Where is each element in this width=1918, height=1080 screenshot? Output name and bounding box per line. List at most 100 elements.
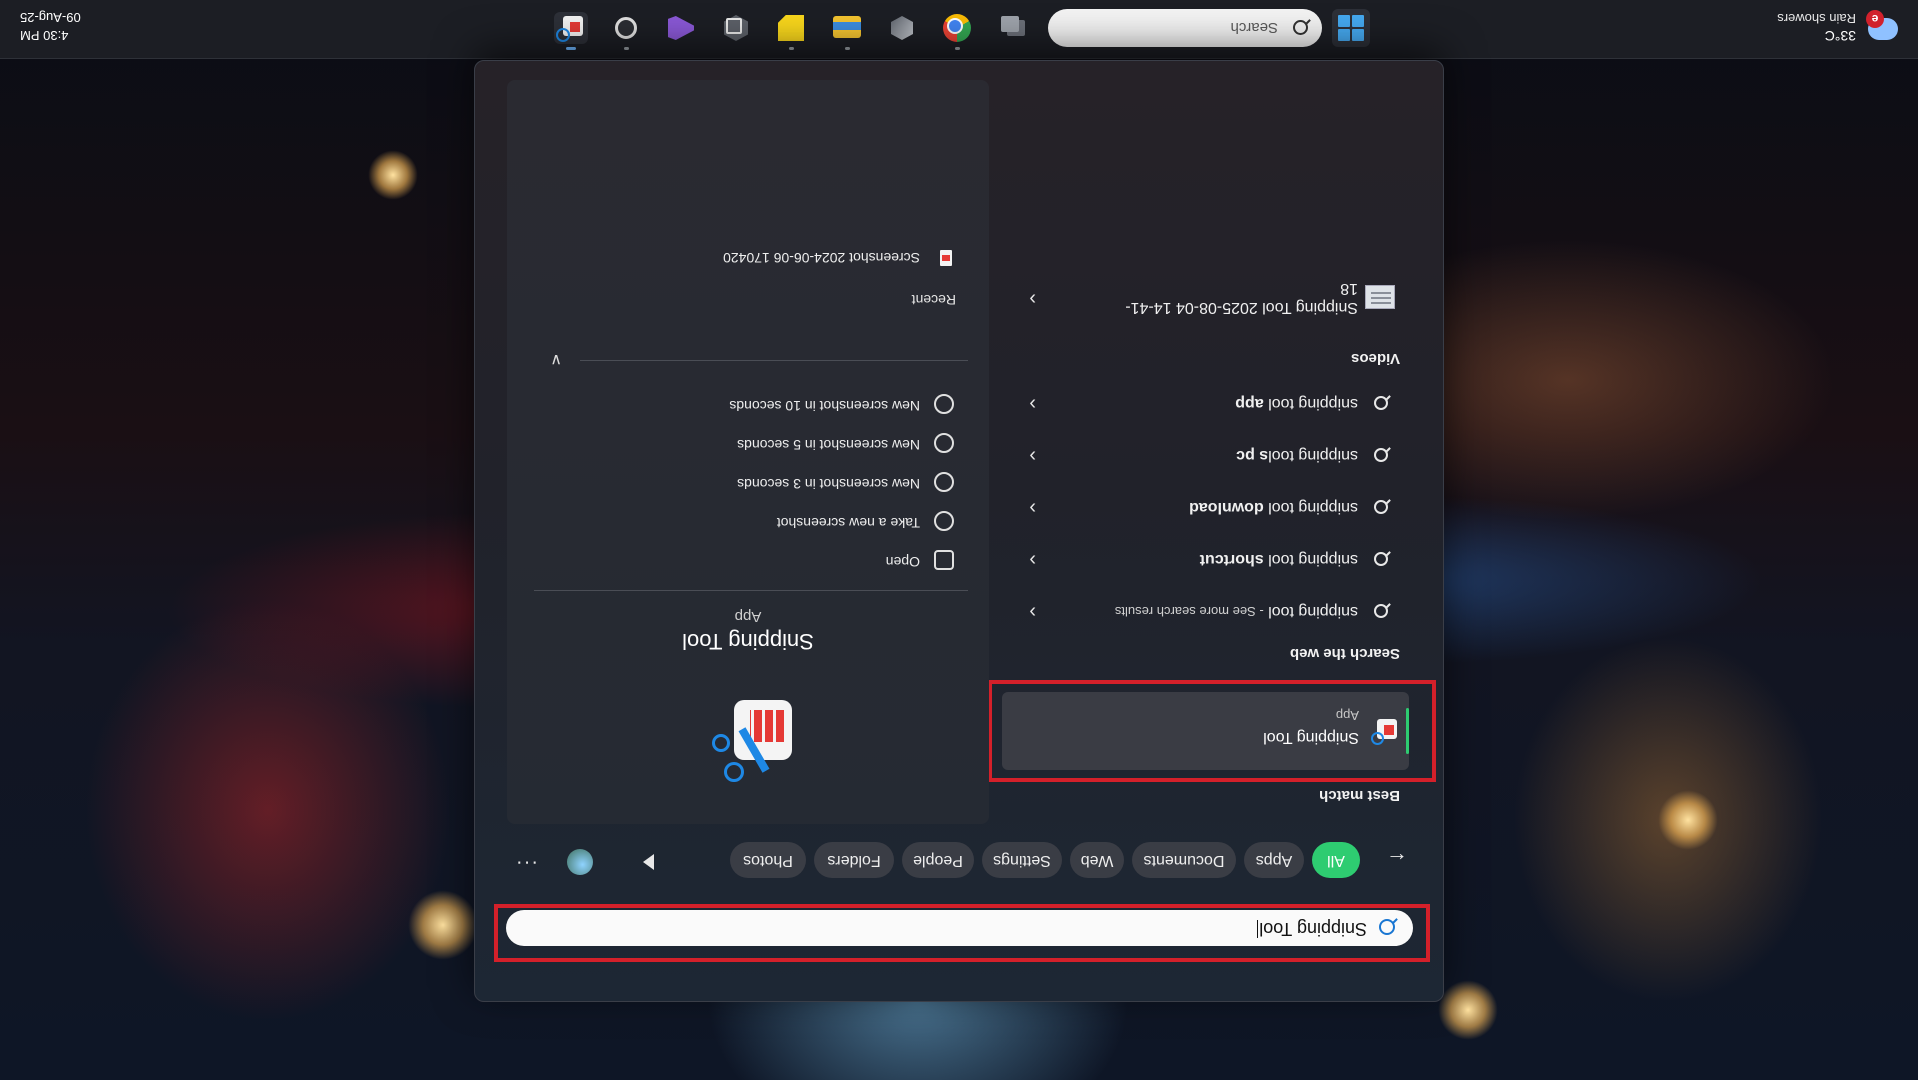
clock-time: 4:30 PM [20,28,69,43]
suggestion-suffix: download [1189,499,1264,516]
recent-file[interactable]: Screenshot 2024-06-06 170420 [556,240,956,270]
video-title-line2: 18 [1340,280,1358,297]
taskbar-search-placeholder: Search [1230,19,1278,36]
suggestion-text: snipping tool [1263,499,1358,516]
chevron-right-icon: › [1029,445,1036,467]
suggestion-text: snipping tool [1268,447,1358,464]
web-suggestion[interactable]: snipping tool shortcut › [1020,541,1400,577]
action-screenshot-5s[interactable]: New screenshot in 5 seconds [576,427,956,461]
filter-folders[interactable]: Folders [814,842,894,878]
image-file-icon [940,250,952,266]
suggestion-suffix: - See more search results [1114,604,1264,619]
best-match-type: App [1335,708,1359,723]
search-icon [1374,552,1388,566]
wallpaper-lamp [368,150,418,200]
action-label: New screenshot in 5 seconds [737,437,920,453]
clock-date: 09-Aug-25 [20,10,81,25]
cube-app-icon[interactable] [885,12,919,44]
chevron-right-icon: › [1029,288,1036,310]
search-icon [1374,500,1388,514]
task-view-icon[interactable] [996,12,1030,44]
filter-web[interactable]: Web [1070,842,1124,878]
video-title-line1: Snipping Tool 2025-08-04 14-41- [1125,299,1358,316]
videos-heading: Videos [1351,350,1400,367]
search-icon [1293,20,1308,35]
chevron-right-icon: › [1029,601,1036,623]
detail-app-name: Snipping Tool [682,629,814,654]
back-arrow-icon[interactable]: ← [1386,847,1408,873]
best-match-result[interactable]: Snipping Tool App [1002,692,1409,770]
search-query-text: Snipping Tool [1259,919,1367,939]
chrome-icon[interactable] [940,12,974,50]
web-suggestion[interactable]: snipping tools pc › [1020,437,1400,473]
filter-photos[interactable]: Photos [730,842,806,878]
visual-studio-icon[interactable] [664,12,698,44]
timer-icon [934,433,954,453]
search-icon [1374,396,1388,410]
filter-all[interactable]: All [1312,842,1360,878]
action-open[interactable]: Open [576,544,956,578]
timer-icon [934,472,954,492]
wallpaper-lamp [1438,980,1498,1040]
snipping-tool-icon [1371,717,1397,745]
suggestion-suffix: app [1235,395,1264,412]
suggestion-suffix: shortcut [1199,551,1264,568]
action-label: New screenshot in 10 seconds [729,398,920,414]
divider [580,360,968,361]
weather-temperature: 33°C [1824,28,1856,44]
web-suggestion[interactable]: snipping tool - See more search results … [1020,593,1400,629]
search-icon [1374,448,1388,462]
open-icon [934,550,954,570]
recent-heading: Recent [911,292,956,308]
taskbar-search-box[interactable]: Search [1048,9,1322,47]
more-options-icon[interactable]: ··· [515,851,538,874]
video-result[interactable]: Snipping Tool 2025-08-04 14-41- 18 › [1020,270,1400,320]
wallpaper-lamp [1658,790,1718,850]
web-suggestion[interactable]: snipping tool app › [1020,385,1400,421]
detail-app-type: App [734,608,762,625]
system-clock[interactable]: 4:30 PM 09-Aug-25 [20,8,81,44]
action-take-screenshot[interactable]: Take a new screenshot [576,505,956,539]
action-screenshot-10s[interactable]: New screenshot in 10 seconds [576,388,956,422]
chevron-right-icon: › [1029,393,1036,415]
filter-apps[interactable]: Apps [1244,842,1304,878]
timer-icon [934,394,954,414]
action-label: Take a new screenshot [776,515,920,531]
suggestion-text: snipping tool [1263,551,1358,568]
settings-gear-app-icon[interactable] [609,12,643,50]
chevron-down-icon[interactable]: ∨ [550,350,562,370]
search-icon [1374,604,1388,618]
start-button[interactable] [1332,9,1370,47]
filter-documents[interactable]: Documents [1132,842,1236,878]
selection-accent [1406,708,1409,754]
action-label: New screenshot in 3 seconds [737,476,920,492]
action-label: Open [885,554,920,570]
web-suggestion[interactable]: snipping tool download › [1020,489,1400,525]
snipping-tool-icon[interactable] [554,12,588,50]
file-explorer-icon[interactable] [830,12,864,50]
filter-settings[interactable]: Settings [982,842,1062,878]
chevron-right-icon: › [1029,549,1036,571]
filter-bar: ← All Apps Documents Web Settings People… [508,840,1408,880]
weather-description: Rain showers [1777,11,1856,26]
recent-file-name: Screenshot 2024-06-06 170420 [723,250,920,266]
search-icon [1379,919,1395,935]
suggestion-text: snipping tool [1268,603,1358,620]
suggestion-suffix: s pc [1236,447,1269,464]
weather-alert-badge: e [1866,10,1884,28]
video-thumbnail [1365,285,1395,309]
search-input[interactable]: Snipping Tool [506,910,1413,946]
best-match-name: Snipping Tool [1263,729,1359,746]
wallpaper-lamp [408,890,478,960]
sticky-notes-icon[interactable] [774,12,808,50]
avatar[interactable] [567,849,593,875]
suggestion-text: snipping tool [1263,395,1358,412]
action-screenshot-3s[interactable]: New screenshot in 3 seconds [576,466,956,500]
filter-people[interactable]: People [902,842,974,878]
screenshot-icon [934,511,954,531]
search-web-heading: Search the web [1289,645,1400,662]
unity-hub-icon[interactable] [719,12,753,44]
more-filters-arrow-icon[interactable] [643,854,654,870]
text-caret [1257,920,1259,938]
best-match-heading: Best match [1319,787,1400,804]
